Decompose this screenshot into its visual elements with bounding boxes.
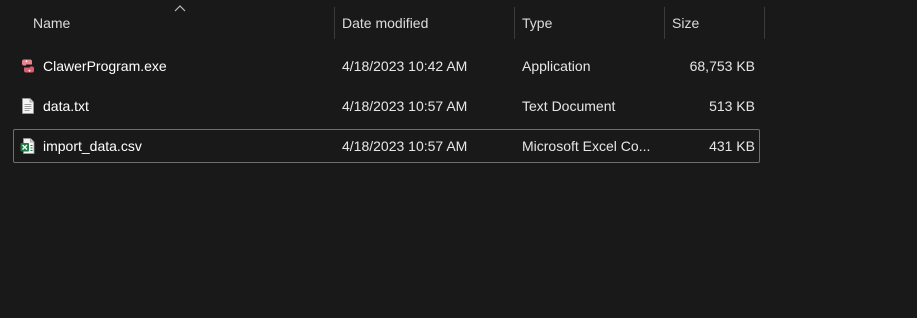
file-type: Microsoft Excel Co... xyxy=(522,138,651,154)
python-exe-icon xyxy=(22,59,34,73)
file-date-modified: 4/18/2023 10:42 AM xyxy=(342,58,468,74)
file-type: Text Document xyxy=(522,98,616,114)
file-explorer-details-view: Name Date modified Type Size ClawerProgr… xyxy=(0,0,917,318)
file-name: data.txt xyxy=(43,98,89,114)
file-size: 431 KB xyxy=(709,138,755,154)
file-name: ClawerProgram.exe xyxy=(43,58,167,74)
column-header-size[interactable]: Size xyxy=(664,0,764,46)
excel-csv-icon xyxy=(20,138,35,154)
file-row-data-txt[interactable]: data.txt 4/18/2023 10:57 AM Text Documen… xyxy=(13,89,760,123)
column-divider[interactable] xyxy=(764,7,765,39)
file-type: Application xyxy=(522,58,591,74)
column-header-name[interactable]: Name xyxy=(25,0,334,46)
column-header-date-modified[interactable]: Date modified xyxy=(334,0,514,46)
file-name: import_data.csv xyxy=(43,138,142,154)
column-header-type[interactable]: Type xyxy=(514,0,664,46)
file-size: 68,753 KB xyxy=(689,58,755,74)
file-row-clawerprogram[interactable]: ClawerProgram.exe 4/18/2023 10:42 AM App… xyxy=(13,49,760,83)
file-date-modified: 4/18/2023 10:57 AM xyxy=(342,138,468,154)
column-header-bar: Name Date modified Type Size xyxy=(0,0,917,46)
file-size: 513 KB xyxy=(709,98,755,114)
text-document-icon xyxy=(22,98,34,114)
file-date-modified: 4/18/2023 10:57 AM xyxy=(342,98,468,114)
file-row-import-data-csv[interactable]: import_data.csv 4/18/2023 10:57 AM Micro… xyxy=(13,129,760,163)
